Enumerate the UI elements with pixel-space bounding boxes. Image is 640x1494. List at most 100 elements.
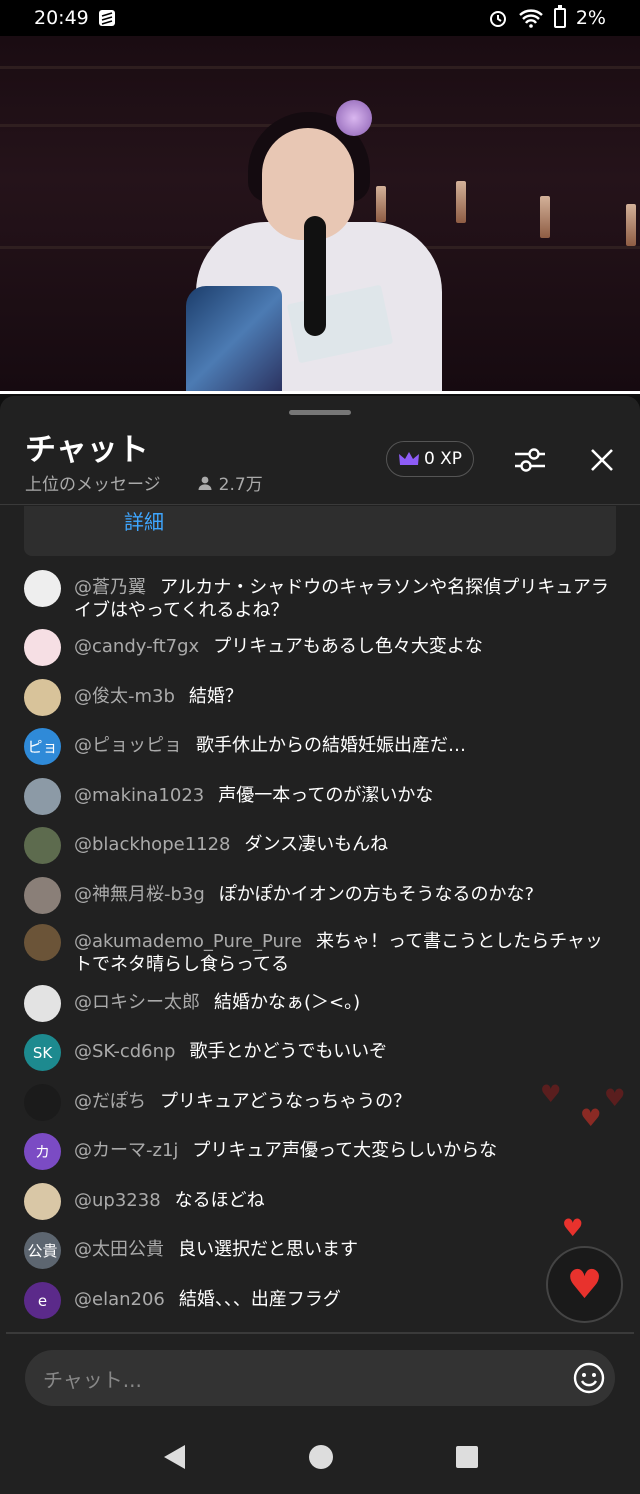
chat-message[interactable]: e @elan206 結婚、、、出産フラグ [24, 1282, 620, 1319]
message-body: @カーマ-z1j プリキュア声優って大変らしいからな [74, 1133, 497, 1162]
avatar-label: ピョ [27, 738, 58, 756]
message-text: 結婚、、、出産フラグ [178, 1289, 341, 1310]
avatar[interactable] [24, 877, 61, 914]
microphone [304, 216, 326, 336]
avatar[interactable] [24, 985, 61, 1022]
chat-mode-selector[interactable]: 上位のメッセージ 2.7万 [25, 470, 263, 495]
stage-light [626, 204, 636, 246]
message-author[interactable]: @だぽち [74, 1091, 146, 1112]
avatar[interactable]: カ [24, 1133, 61, 1170]
message-author[interactable]: @ロキシー太郎 [74, 992, 200, 1013]
avatar-label: SK [32, 1043, 53, 1062]
message-body: @ロキシー太郎 結婚かなぁ(＞<。) [74, 985, 360, 1014]
chat-message[interactable]: @神無月桜-b3g ぽかぽかイオンの方もそうなるのかな? [24, 877, 620, 914]
message-author[interactable]: @akumademo_Pure_Pure [74, 931, 302, 952]
avatar[interactable]: 公貴 [24, 1232, 61, 1269]
system-nav-bar [0, 1420, 640, 1494]
message-author[interactable]: @ピョッピョ [74, 735, 182, 756]
avatar[interactable] [24, 924, 61, 961]
chat-message[interactable]: @だぽち プリキュアどうなっちゃうの？ [24, 1084, 620, 1121]
avatar[interactable] [24, 679, 61, 716]
message-text: プリキュアもあるし色々大変よな [213, 636, 483, 657]
details-link[interactable]: 詳細 [124, 506, 164, 535]
chat-message[interactable]: @blackhope1128 ダンス凄いもんね [24, 827, 620, 864]
avatar[interactable]: ピョ [24, 728, 61, 765]
message-body: @candy-ft7gx プリキュアもあるし色々大変よな [74, 629, 483, 658]
message-text: 歌手休止からの結婚妊娠出産だ… [196, 735, 466, 756]
input-divider [6, 1332, 634, 1334]
chat-title: チャット [25, 432, 149, 468]
chat-mode-label: 上位のメッセージ [25, 475, 161, 495]
message-text: 良い選択だと思います [178, 1239, 358, 1260]
chat-input-placeholder: チャット... [43, 1367, 142, 1392]
chat-message[interactable]: 公貴 @太田公貴 良い選択だと思います [24, 1232, 620, 1269]
stage-light [540, 196, 550, 238]
avatar[interactable] [24, 1084, 61, 1121]
avatar[interactable]: e [24, 1282, 61, 1319]
message-author[interactable]: @カーマ-z1j [74, 1140, 178, 1161]
floating-heart-icon: ♥ [562, 1214, 584, 1242]
emoji-icon[interactable] [573, 1362, 605, 1394]
message-text: ぽかぽかイオンの方もそうなるのかな? [218, 884, 535, 905]
avatar[interactable] [24, 570, 61, 607]
message-author[interactable]: @蒼乃翼 [74, 577, 146, 598]
message-author[interactable]: @elan206 [74, 1289, 165, 1310]
hair-flower [336, 100, 372, 136]
person-icon [198, 476, 212, 490]
message-body: @神無月桜-b3g ぽかぽかイオンの方もそうなるのかな? [74, 877, 534, 906]
video-player[interactable] [0, 36, 640, 394]
message-text: 歌手とかどうでもいいぞ [189, 1041, 388, 1062]
chat-message[interactable]: @makina1023 声優一本ってのが潔いかな [24, 778, 620, 815]
message-author[interactable]: @俊太-m3b [74, 686, 175, 707]
chat-message[interactable]: @candy-ft7gx プリキュアもあるし色々大変よな [24, 629, 620, 666]
recents-icon[interactable] [455, 1445, 479, 1469]
status-time: 20:49 [34, 7, 89, 29]
message-author[interactable]: @makina1023 [74, 785, 204, 806]
xp-button[interactable]: 0 XP [386, 441, 474, 477]
message-text: 結婚かなぁ(＞<。) [214, 992, 361, 1013]
heart-icon: ♥ [566, 1261, 603, 1308]
message-body: @elan206 結婚、、、出産フラグ [74, 1282, 341, 1311]
avatar-label: e [37, 1291, 48, 1310]
message-body: @だぽち プリキュアどうなっちゃうの？ [74, 1084, 411, 1113]
chat-message-list[interactable]: @蒼乃翼 アルカナ・シャドウのキャラソンや名探偵プリキュアライブはやってくれるよね… [0, 566, 640, 1328]
avatar[interactable] [24, 629, 61, 666]
message-text: 結婚？ [188, 686, 243, 707]
drag-handle[interactable] [289, 410, 351, 415]
avatar[interactable] [24, 827, 61, 864]
message-body: @blackhope1128 ダンス凄いもんね [74, 827, 388, 856]
filter-button[interactable] [508, 440, 552, 480]
chat-message[interactable]: @akumademo_Pure_Pure 来ちゃ！って書こうとしたらチャットでネタ… [24, 924, 620, 976]
status-bar: 20:49 2% [0, 0, 640, 36]
message-author[interactable]: @up3238 [74, 1190, 161, 1211]
message-author[interactable]: @神無月桜-b3g [74, 884, 205, 905]
stage-light [456, 181, 466, 223]
close-button[interactable] [580, 440, 624, 480]
chat-message[interactable]: @俊太-m3b 結婚？ [24, 679, 620, 716]
chat-message[interactable]: @up3238 なるほどね [24, 1183, 620, 1220]
chat-message[interactable]: @蒼乃翼 アルカナ・シャドウのキャラソンや名探偵プリキュアライブはやってくれるよね… [24, 570, 620, 622]
battery-percent: 2% [575, 7, 606, 29]
avatar[interactable] [24, 1183, 61, 1220]
message-author[interactable]: @blackhope1128 [74, 834, 231, 855]
filter-icon [515, 448, 545, 472]
home-icon[interactable] [307, 1443, 335, 1471]
crown-icon [398, 452, 419, 465]
chat-input[interactable]: チャット... [25, 1350, 615, 1406]
chat-message[interactable]: カ @カーマ-z1j プリキュア声優って大変らしいからな [24, 1133, 620, 1170]
message-author[interactable]: @candy-ft7gx [74, 636, 199, 657]
video-progress-bar[interactable] [0, 391, 640, 394]
message-author[interactable]: @太田公貴 [74, 1239, 164, 1260]
avatar[interactable]: SK [24, 1034, 61, 1071]
back-icon[interactable] [161, 1443, 187, 1471]
chat-message[interactable]: ピョ @ピョッピョ 歌手休止からの結婚妊娠出産だ… [24, 728, 620, 765]
avatar[interactable] [24, 778, 61, 815]
heart-reaction-button[interactable]: ♥ [546, 1246, 623, 1323]
message-author[interactable]: @SK-cd6np [74, 1041, 175, 1062]
message-body: @up3238 なるほどね [74, 1183, 265, 1212]
floating-heart-icon: ♥ [580, 1104, 602, 1132]
chat-message[interactable]: @ロキシー太郎 結婚かなぁ(＞<。) [24, 985, 620, 1022]
performer-kimono [186, 286, 282, 394]
chat-message[interactable]: SK @SK-cd6np 歌手とかどうでもいいぞ [24, 1034, 620, 1071]
xp-value: 0 XP [423, 449, 463, 469]
